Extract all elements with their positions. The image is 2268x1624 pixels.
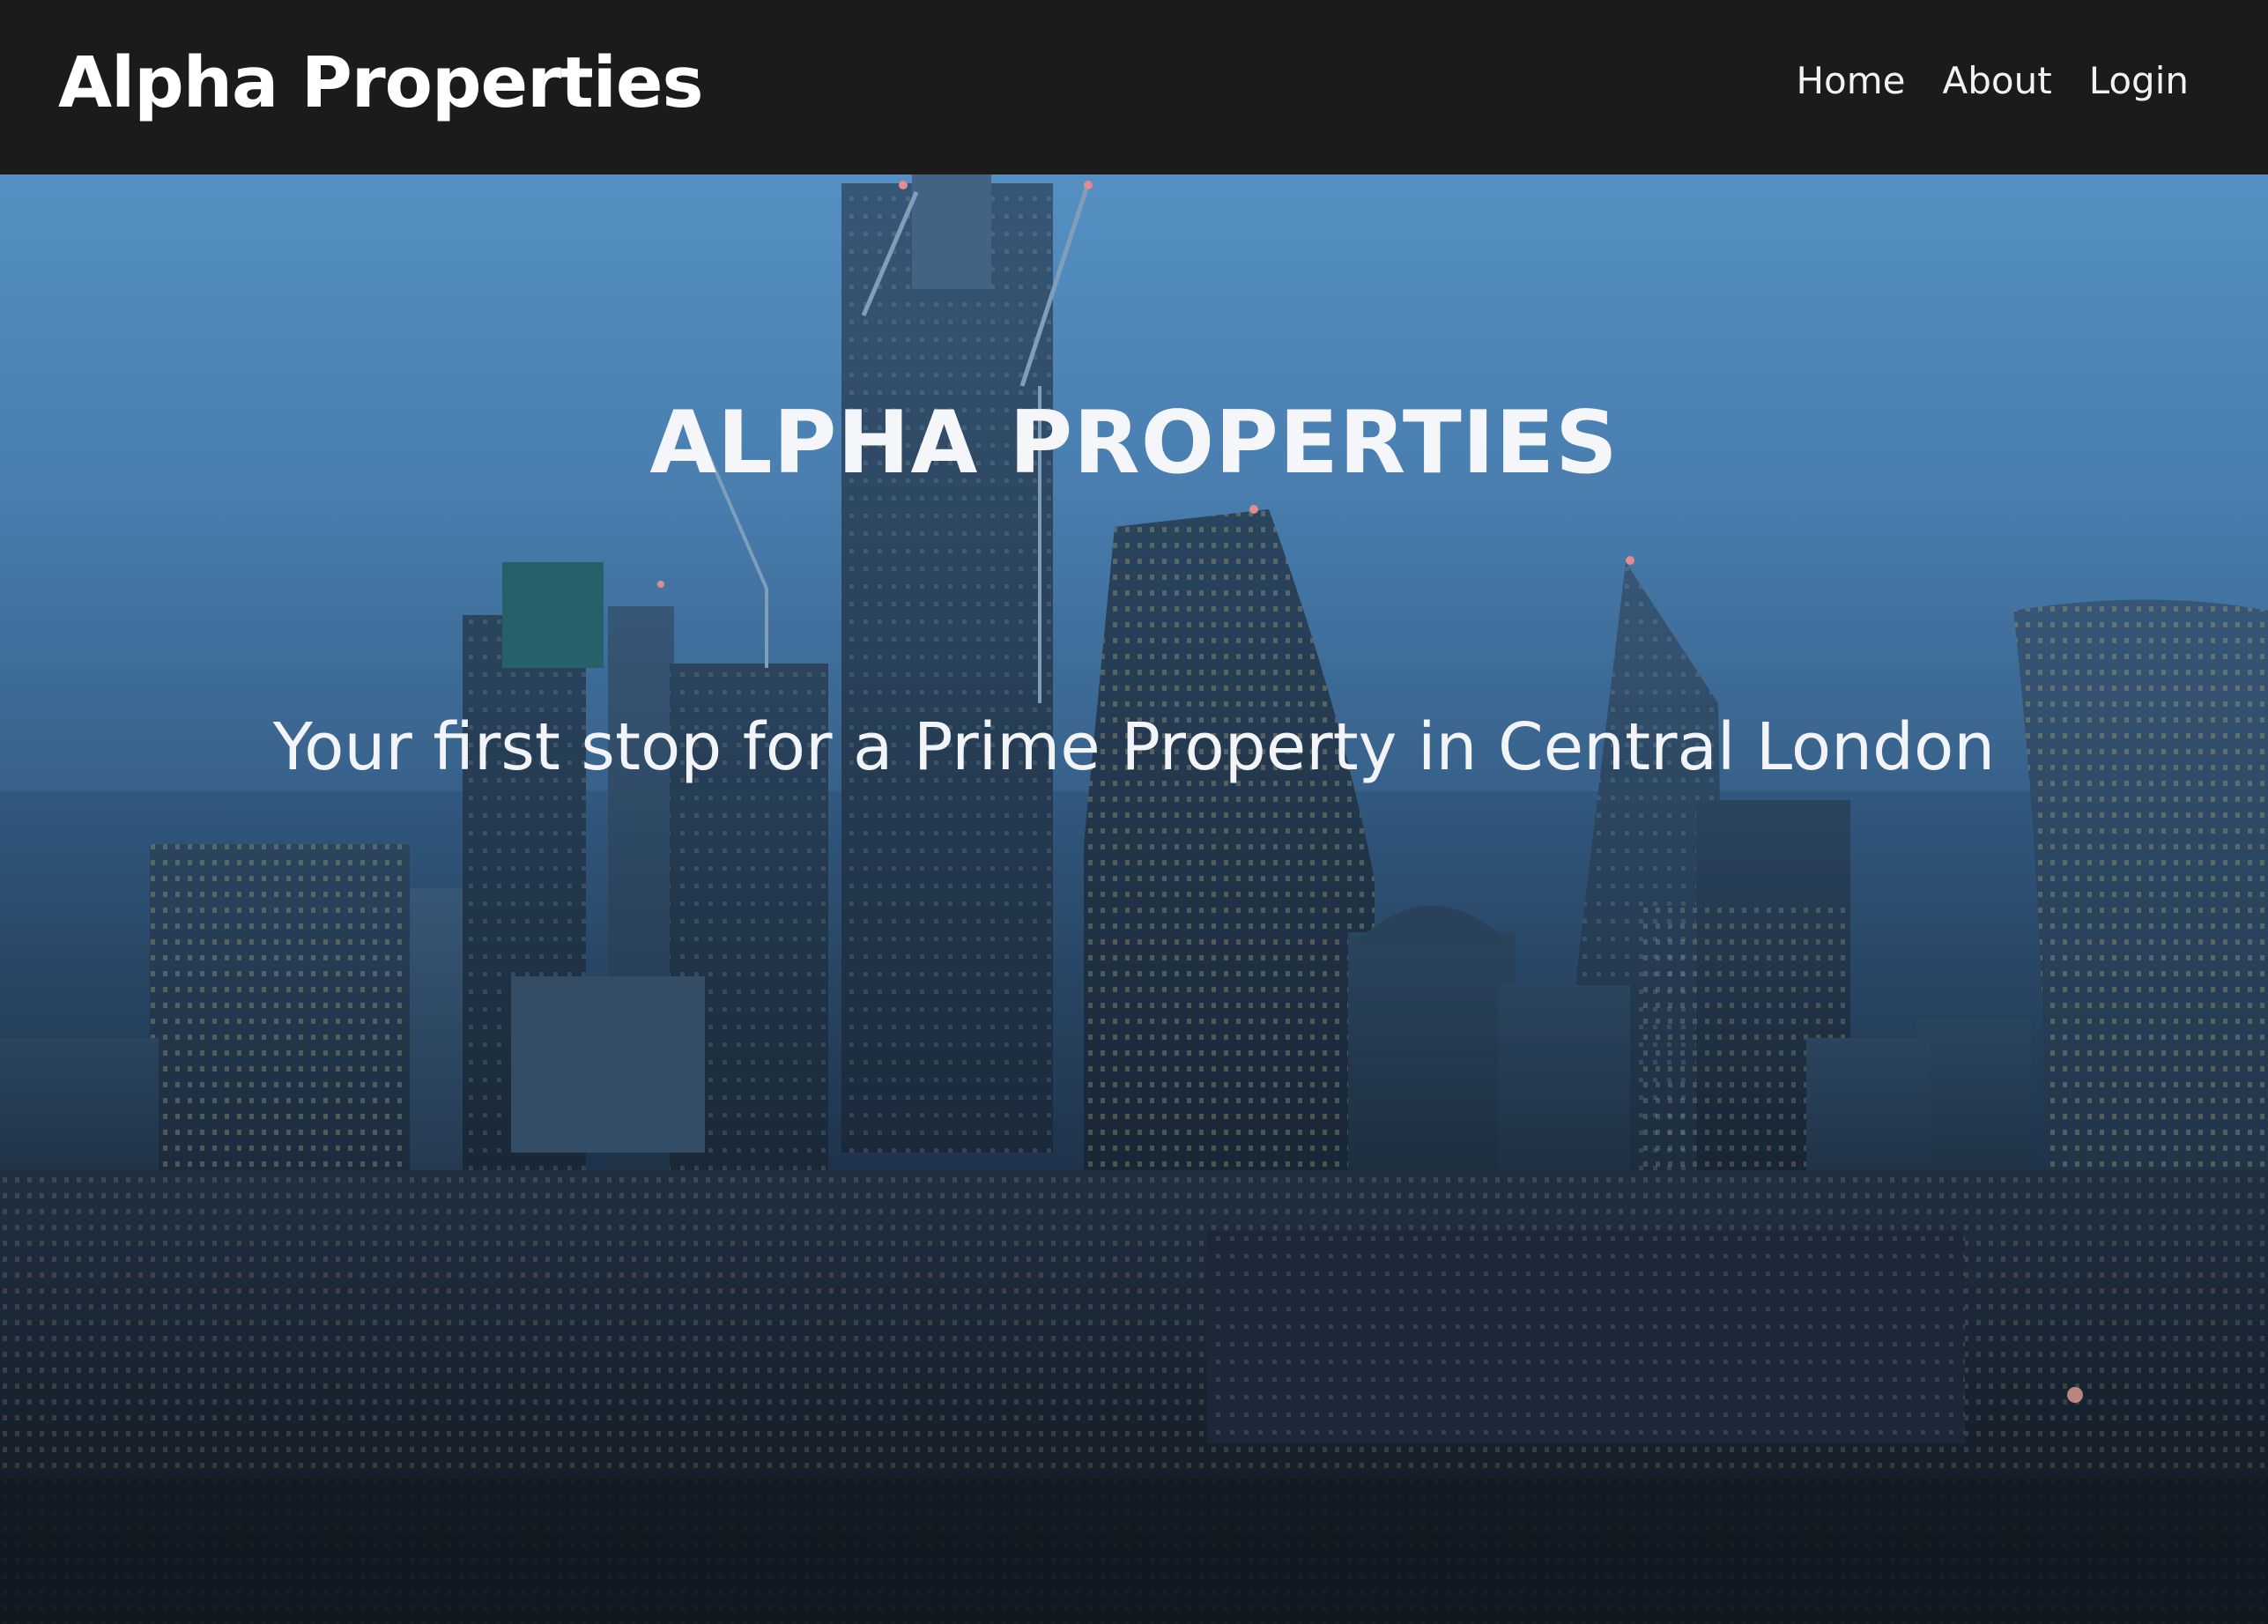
nav-link-home[interactable]: Home — [1796, 53, 1905, 109]
nav-link-about[interactable]: About — [1943, 53, 2052, 109]
hero-subtitle: Your first stop for a Prime Property in … — [272, 709, 1996, 785]
hero-section: ALPHA PROPERTIES Your first stop for a P… — [0, 174, 2268, 1624]
brand-title[interactable]: Alpha Properties — [58, 35, 703, 130]
nav-link-login[interactable]: Login — [2089, 53, 2189, 109]
nav-links: Home About Login — [1796, 53, 2189, 109]
hero-title: ALPHA PROPERTIES — [649, 393, 1619, 493]
navbar: Alpha Properties Home About Login — [0, 0, 2268, 174]
